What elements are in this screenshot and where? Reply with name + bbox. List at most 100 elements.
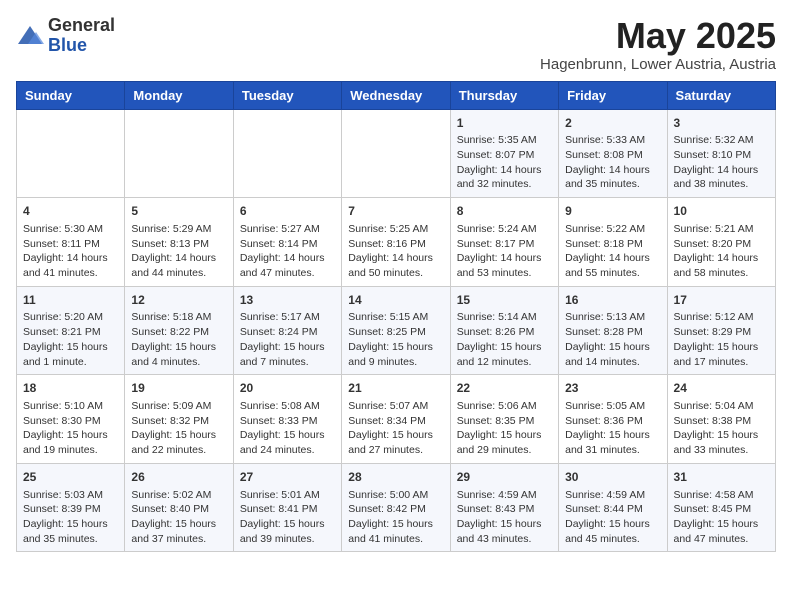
day-info: and 53 minutes. xyxy=(457,266,552,281)
day-info: Daylight: 15 hours xyxy=(131,340,226,355)
day-info: and 33 minutes. xyxy=(674,443,769,458)
calendar-cell: 4Sunrise: 5:30 AMSunset: 8:11 PMDaylight… xyxy=(17,198,125,287)
day-info: Daylight: 15 hours xyxy=(348,428,443,443)
calendar-cell: 14Sunrise: 5:15 AMSunset: 8:25 PMDayligh… xyxy=(342,286,450,375)
day-info: and 39 minutes. xyxy=(240,532,335,547)
day-info: Sunrise: 5:25 AM xyxy=(348,222,443,237)
day-info: Sunrise: 5:17 AM xyxy=(240,310,335,325)
day-info: Daylight: 15 hours xyxy=(457,340,552,355)
calendar-week: 18Sunrise: 5:10 AMSunset: 8:30 PMDayligh… xyxy=(17,375,776,464)
day-info: Sunset: 8:24 PM xyxy=(240,325,335,340)
day-info: and 22 minutes. xyxy=(131,443,226,458)
calendar-week: 4Sunrise: 5:30 AMSunset: 8:11 PMDaylight… xyxy=(17,198,776,287)
day-info: and 35 minutes. xyxy=(565,177,660,192)
day-info: and 29 minutes. xyxy=(457,443,552,458)
day-number: 24 xyxy=(674,380,769,397)
day-info: Sunset: 8:20 PM xyxy=(674,237,769,252)
day-info: Sunset: 8:28 PM xyxy=(565,325,660,340)
day-info: Daylight: 14 hours xyxy=(457,163,552,178)
day-info: Sunrise: 5:21 AM xyxy=(674,222,769,237)
day-info: Sunset: 8:30 PM xyxy=(23,414,118,429)
calendar-cell: 18Sunrise: 5:10 AMSunset: 8:30 PMDayligh… xyxy=(17,375,125,464)
day-info: Daylight: 15 hours xyxy=(674,517,769,532)
calendar-header: SundayMondayTuesdayWednesdayThursdayFrid… xyxy=(17,81,776,109)
day-info: and 19 minutes. xyxy=(23,443,118,458)
calendar-cell: 2Sunrise: 5:33 AMSunset: 8:08 PMDaylight… xyxy=(559,109,667,198)
day-info: and 12 minutes. xyxy=(457,355,552,370)
day-number: 22 xyxy=(457,380,552,397)
header-day: Saturday xyxy=(667,81,775,109)
day-info: Sunrise: 5:20 AM xyxy=(23,310,118,325)
day-info: Sunset: 8:42 PM xyxy=(348,502,443,517)
day-info: Daylight: 14 hours xyxy=(565,251,660,266)
day-info: Sunset: 8:35 PM xyxy=(457,414,552,429)
day-number: 9 xyxy=(565,203,660,220)
calendar-cell: 7Sunrise: 5:25 AMSunset: 8:16 PMDaylight… xyxy=(342,198,450,287)
day-info: and 14 minutes. xyxy=(565,355,660,370)
day-info: Daylight: 14 hours xyxy=(348,251,443,266)
day-info: and 44 minutes. xyxy=(131,266,226,281)
day-number: 26 xyxy=(131,469,226,486)
day-info: Sunset: 8:45 PM xyxy=(674,502,769,517)
day-info: Daylight: 14 hours xyxy=(457,251,552,266)
day-info: Sunset: 8:21 PM xyxy=(23,325,118,340)
calendar-cell: 20Sunrise: 5:08 AMSunset: 8:33 PMDayligh… xyxy=(233,375,341,464)
calendar-cell: 29Sunrise: 4:59 AMSunset: 8:43 PMDayligh… xyxy=(450,463,558,552)
day-info: Daylight: 15 hours xyxy=(240,428,335,443)
day-info: Sunrise: 5:33 AM xyxy=(565,133,660,148)
day-info: and 32 minutes. xyxy=(457,177,552,192)
day-info: and 38 minutes. xyxy=(674,177,769,192)
calendar-week: 11Sunrise: 5:20 AMSunset: 8:21 PM Dayligh… xyxy=(17,286,776,375)
day-info: Sunrise: 5:08 AM xyxy=(240,399,335,414)
day-number: 30 xyxy=(565,469,660,486)
header-day: Thursday xyxy=(450,81,558,109)
day-info: Daylight: 15 hours xyxy=(348,517,443,532)
day-info: Sunrise: 5:03 AM xyxy=(23,488,118,503)
logo: General Blue xyxy=(16,16,115,56)
calendar-cell: 27Sunrise: 5:01 AMSunset: 8:41 PMDayligh… xyxy=(233,463,341,552)
calendar-cell: 3Sunrise: 5:32 AMSunset: 8:10 PMDaylight… xyxy=(667,109,775,198)
day-info: Sunrise: 5:01 AM xyxy=(240,488,335,503)
day-info: Daylight: 15 hours xyxy=(240,517,335,532)
day-info: Sunset: 8:14 PM xyxy=(240,237,335,252)
day-info: Sunrise: 5:05 AM xyxy=(565,399,660,414)
calendar-cell: 10Sunrise: 5:21 AMSunset: 8:20 PMDayligh… xyxy=(667,198,775,287)
day-number: 5 xyxy=(131,203,226,220)
day-info: Sunset: 8:41 PM xyxy=(240,502,335,517)
day-info: Sunset: 8:40 PM xyxy=(131,502,226,517)
day-info: and 17 minutes. xyxy=(674,355,769,370)
day-info: Sunset: 8:38 PM xyxy=(674,414,769,429)
header-day: Tuesday xyxy=(233,81,341,109)
day-info: Daylight: 14 hours xyxy=(674,163,769,178)
day-info: and 31 minutes. xyxy=(565,443,660,458)
calendar-cell: 5Sunrise: 5:29 AMSunset: 8:13 PMDaylight… xyxy=(125,198,233,287)
day-info: Sunrise: 5:09 AM xyxy=(131,399,226,414)
calendar-cell: 12Sunrise: 5:18 AMSunset: 8:22 PMDayligh… xyxy=(125,286,233,375)
calendar-cell: 11Sunrise: 5:20 AMSunset: 8:21 PMDayligh… xyxy=(17,286,125,375)
calendar-cell: 15Sunrise: 5:14 AMSunset: 8:26 PMDayligh… xyxy=(450,286,558,375)
calendar-table: SundayMondayTuesdayWednesdayThursdayFrid… xyxy=(16,81,776,553)
day-number: 17 xyxy=(674,292,769,309)
header-row: SundayMondayTuesdayWednesdayThursdayFrid… xyxy=(17,81,776,109)
day-number: 12 xyxy=(131,292,226,309)
day-info: Daylight: 15 hours xyxy=(565,340,660,355)
calendar-cell: 28Sunrise: 5:00 AMSunset: 8:42 PMDayligh… xyxy=(342,463,450,552)
header-day: Monday xyxy=(125,81,233,109)
day-info: Sunset: 8:33 PM xyxy=(240,414,335,429)
day-number: 2 xyxy=(565,115,660,132)
day-info: Sunrise: 5:24 AM xyxy=(457,222,552,237)
day-number: 1 xyxy=(457,115,552,132)
day-info: Daylight: 14 hours xyxy=(23,251,118,266)
calendar-cell: 22Sunrise: 5:06 AMSunset: 8:35 PMDayligh… xyxy=(450,375,558,464)
day-number: 4 xyxy=(23,203,118,220)
day-info: Sunrise: 5:30 AM xyxy=(23,222,118,237)
month-year: May 2025 xyxy=(540,16,776,56)
calendar-cell xyxy=(17,109,125,198)
calendar-cell: 24Sunrise: 5:04 AMSunset: 8:38 PMDayligh… xyxy=(667,375,775,464)
day-info: Sunset: 8:44 PM xyxy=(565,502,660,517)
day-info: Sunset: 8:17 PM xyxy=(457,237,552,252)
day-number: 11 xyxy=(23,292,118,309)
day-number: 31 xyxy=(674,469,769,486)
day-info: Sunset: 8:26 PM xyxy=(457,325,552,340)
day-info: Sunrise: 5:10 AM xyxy=(23,399,118,414)
